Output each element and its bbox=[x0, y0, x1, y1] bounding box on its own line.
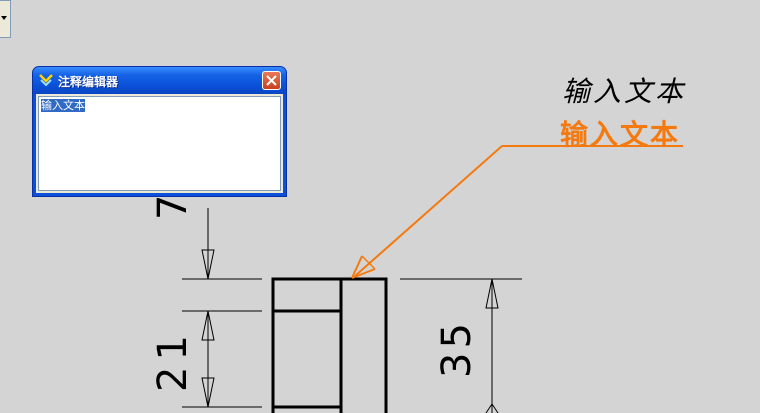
annotation-text[interactable]: 输入文本 bbox=[560, 113, 680, 153]
dimension-35 bbox=[485, 278, 499, 413]
dimension-21 bbox=[201, 310, 215, 408]
close-button[interactable] bbox=[262, 71, 281, 90]
close-icon bbox=[266, 75, 277, 86]
annotation-preview-text: 输入文本 bbox=[562, 75, 687, 108]
dialog-titlebar[interactable]: 注释编辑器 bbox=[33, 67, 286, 94]
app-icon bbox=[39, 74, 53, 87]
dimension-text-7[interactable]: 7 bbox=[150, 195, 196, 220]
selected-text: 输入文本 bbox=[41, 99, 85, 112]
dialog-body: 输入文本 bbox=[36, 94, 283, 193]
leader-line bbox=[351, 145, 683, 279]
drawing-canvas[interactable]: 7 21 35 bbox=[0, 0, 760, 413]
annotation-editor-dialog[interactable]: 注释编辑器 输入文本 bbox=[32, 66, 287, 197]
dimension-text-35[interactable]: 35 bbox=[434, 319, 480, 378]
dialog-title: 注释编辑器 bbox=[58, 75, 119, 89]
dimension-text-21[interactable]: 21 bbox=[150, 329, 196, 392]
part-outline bbox=[271, 277, 388, 413]
dimension-7 bbox=[201, 208, 215, 280]
annotation-text-input[interactable]: 输入文本 bbox=[38, 96, 281, 191]
leader-segment bbox=[354, 145, 503, 277]
part-rectangle bbox=[271, 277, 388, 413]
